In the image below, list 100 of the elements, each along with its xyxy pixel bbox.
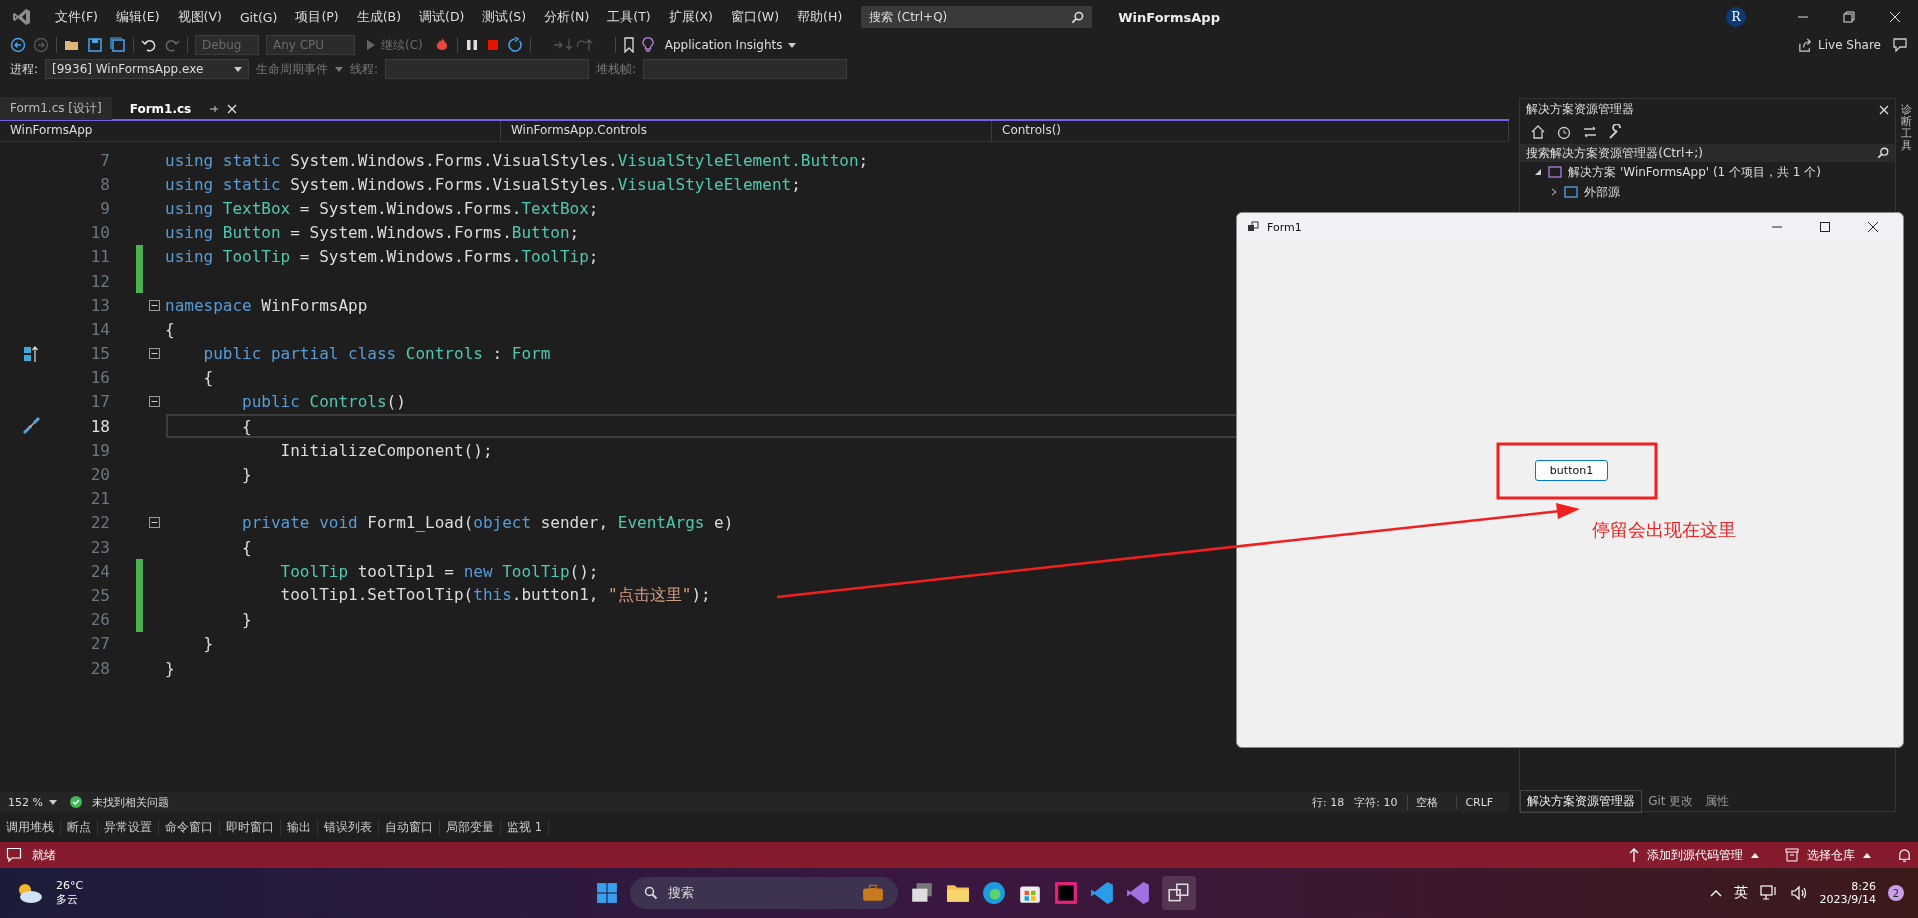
select-repository-button[interactable]: 选择仓库 [1785,846,1871,864]
menu-item[interactable]: 帮助(H) [788,8,852,26]
tool-window-tab[interactable]: 监视 1 [501,819,549,835]
lifecycle-events-button[interactable]: 生命周期事件 [256,60,329,78]
tool-window-tab[interactable]: 调用堆栈 [0,819,61,835]
save-icon[interactable] [87,37,103,53]
sync-icon[interactable] [1582,124,1599,140]
expanded-icon[interactable] [1534,168,1543,176]
undo-icon[interactable] [141,37,157,53]
application-insights-button[interactable]: Application Insights [660,38,800,52]
member-dropdown[interactable]: Controls() [992,121,1510,141]
input-method-indicator[interactable]: 英 [1733,884,1748,902]
menu-item[interactable]: 分析(N) [535,8,599,26]
avatar[interactable]: R [1726,7,1746,27]
menu-item[interactable]: 生成(B) [347,8,411,26]
chevron-up-icon[interactable] [1709,889,1722,897]
line-number: 7 [99,150,110,170]
search-field[interactable]: 搜索解决方案资源管理器(Ctrl+;) [1520,144,1895,162]
menu-item[interactable]: 工具(T) [598,8,660,26]
tool-window-tab[interactable]: 断点 [61,819,98,835]
menu-item[interactable]: 文件(F) [46,8,107,26]
menu-item[interactable]: 扩展(X) [659,8,722,26]
search-field[interactable]: 搜索 (Ctrl+Q) [861,6,1093,28]
bell-icon[interactable] [1897,847,1912,863]
redo-icon[interactable] [164,37,180,53]
menu-item[interactable]: 视图(V) [168,8,231,26]
browser-icon[interactable] [982,881,1007,905]
close-icon[interactable] [1867,221,1879,233]
menu-item[interactable]: 项目(P) [286,8,348,26]
notification-badge[interactable]: 2 [1888,885,1904,901]
visual-studio-icon[interactable] [1126,881,1151,905]
document-tab[interactable]: Form1.cs [设计] [0,97,112,120]
maximize-icon[interactable] [1819,221,1831,233]
tool-window-tab[interactable]: 局部变量 [440,819,501,835]
panel-tab[interactable]: Git 更改 [1642,790,1700,812]
feedback-icon[interactable] [1892,37,1908,53]
code-line: InitializeComponent(); [279,440,493,460]
add-to-source-control-button[interactable]: 添加到源代码管理 [1629,846,1759,864]
screwdriver-icon[interactable] [21,416,41,437]
line-number: 18 [89,416,110,436]
tool-window-tab[interactable]: 异常设置 [98,819,159,835]
zoom-dropdown[interactable]: 152 % [8,795,60,809]
column-position[interactable]: 字符: 10 [1354,794,1398,810]
code-line: { [202,368,214,388]
live-share-button[interactable]: Live Share [1794,37,1885,53]
inheritance-icon[interactable] [23,344,39,363]
save-all-icon[interactable] [110,37,126,53]
comment-icon[interactable] [6,847,22,863]
bookmark-icon[interactable] [622,37,635,53]
ide-icon[interactable] [1054,881,1079,905]
remote-desktop-icon[interactable] [1162,876,1197,910]
tree-item[interactable]: 外部源 [1584,183,1621,201]
line-position[interactable]: 行: 18 [1312,794,1345,810]
restart-icon[interactable] [506,37,523,53]
caret-icon[interactable] [335,66,344,72]
collapse-icon[interactable] [148,348,160,360]
back-icon[interactable] [10,37,26,53]
issues-status[interactable]: 未找到相关问题 [92,794,169,810]
lightbulb-icon[interactable] [641,37,654,53]
collapse-icon[interactable] [148,396,160,408]
line-number: 11 [89,247,110,267]
collapse-icon[interactable] [148,517,160,529]
type-dropdown[interactable]: WinFormsApp.Controls [501,121,992,141]
pause-icon[interactable] [464,38,479,52]
restore-icon[interactable] [1843,11,1855,23]
tool-window-tab[interactable]: 输出 [281,819,318,835]
process-dropdown[interactable]: [9936] WinFormsApp.exe [45,59,250,79]
code-editor-icon[interactable] [1090,881,1115,905]
project-dropdown[interactable]: WinFormsApp [0,121,501,141]
collapsed-icon[interactable] [1550,188,1559,196]
menu-item[interactable]: 测试(S) [473,8,536,26]
clock-time[interactable]: 8:26 [1851,880,1876,893]
tree-item[interactable]: 解决方案 'WinFormsApp' (1 个项目，共 1 个) [1568,163,1821,181]
collapse-icon[interactable] [148,299,160,311]
line-ending[interactable]: CRLF [1456,795,1502,809]
home-icon[interactable] [1530,124,1547,140]
pin-icon[interactable] [209,103,220,114]
panel-tab[interactable]: 属性 [1699,790,1736,812]
task-view-icon[interactable] [910,881,935,905]
tool-window-tab[interactable]: 命令窗口 [159,819,220,835]
clock-date[interactable]: 2023/9/14 [1819,893,1876,906]
tool-window-tab[interactable]: 错误列表 [318,819,379,835]
whitespace-mode[interactable]: 空格 [1407,794,1447,810]
code-line: using ToolTip = System.Windows.Forms.ToolTip; [165,247,599,267]
menu-item[interactable]: 调试(D) [410,8,474,26]
taskbar-search-field[interactable]: 搜索 [630,877,899,909]
line-number: 23 [89,537,110,557]
panel-tab[interactable]: 解决方案资源管理器 [1520,789,1643,813]
volume-icon[interactable] [1789,885,1808,901]
history-icon[interactable] [1556,124,1573,140]
start-icon[interactable] [596,882,619,904]
diagnostic-tools-tab[interactable]: 诊断工具 [1901,104,1913,812]
menu-item[interactable]: 编辑(E) [106,8,169,26]
menu-item[interactable]: Git(G) [230,9,287,25]
tool-window-tab[interactable]: 即时窗口 [220,819,281,835]
form-button[interactable]: button1 [1535,460,1608,481]
stop-icon[interactable] [485,38,500,52]
menu-item[interactable]: 窗口(W) [722,8,789,26]
network-icon[interactable] [1759,885,1778,901]
tool-window-tab[interactable]: 自动窗口 [379,819,440,835]
